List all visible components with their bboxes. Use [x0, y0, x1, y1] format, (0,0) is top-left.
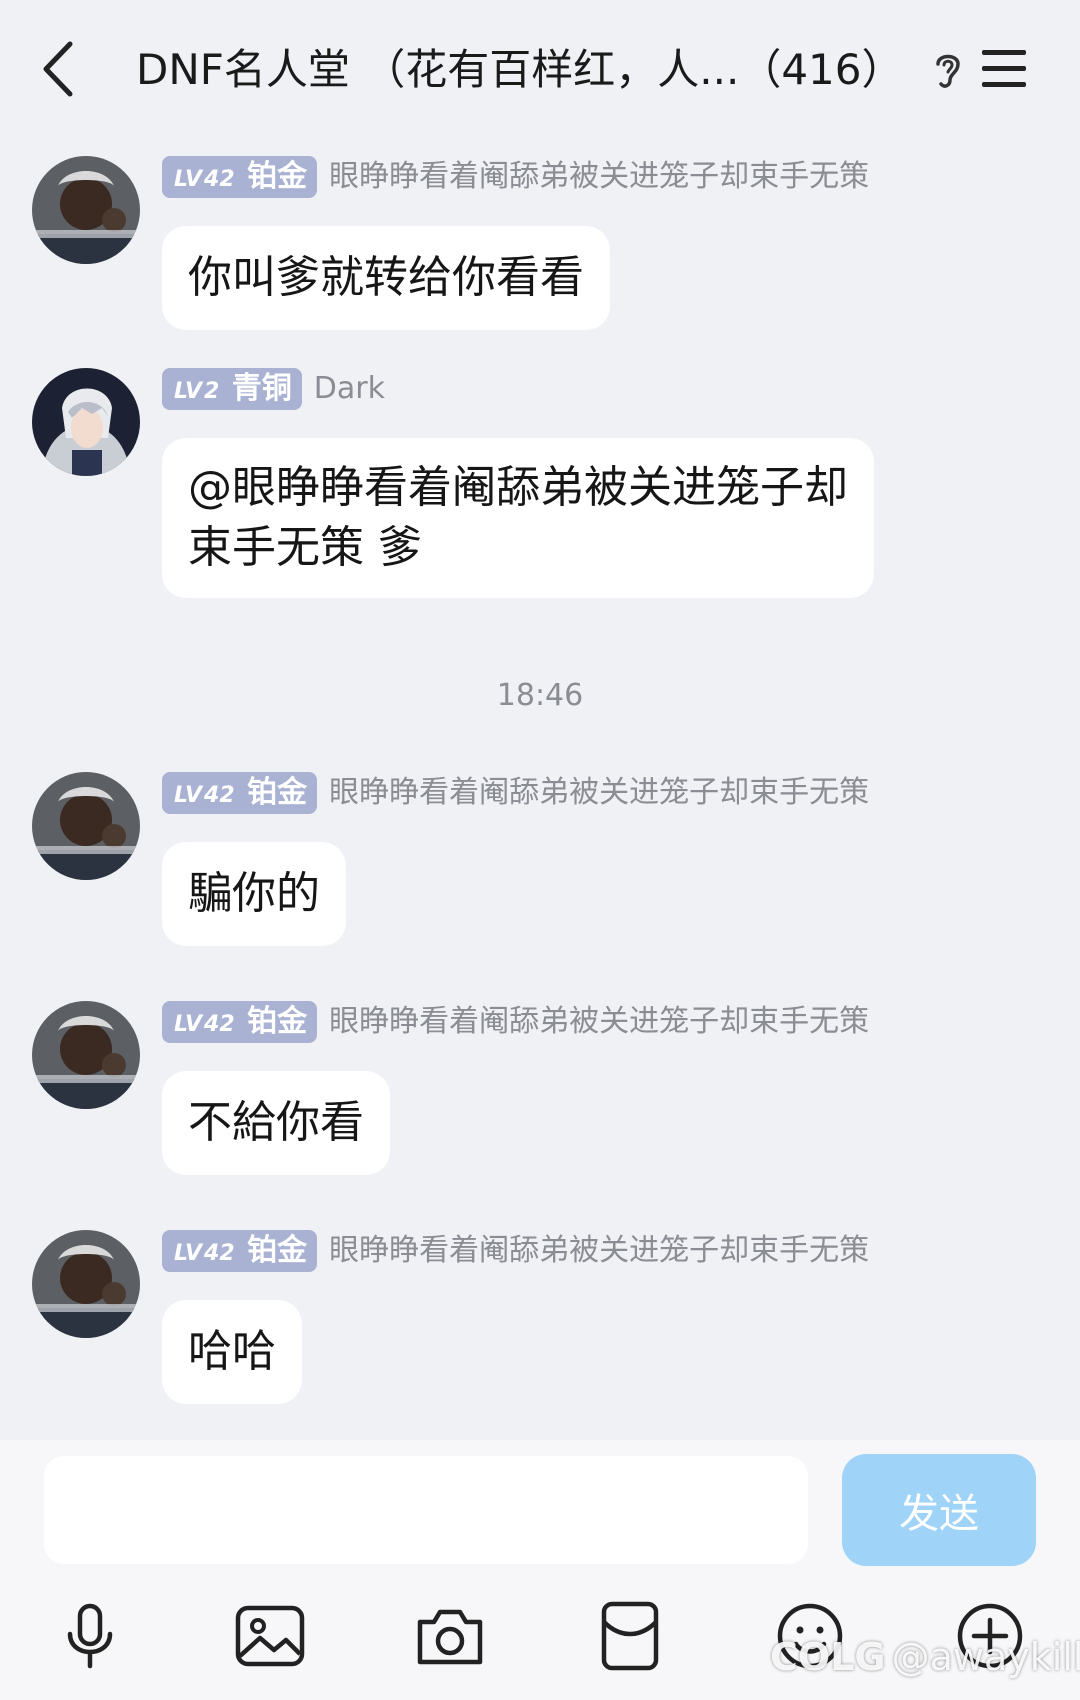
- message-list[interactable]: LV42 铂金 眼睁睁看着阉舔弟被关进笼子却束手无策 你叫爹就转给你看看 LV2 …: [0, 140, 1080, 1440]
- red-packet-icon: [601, 1601, 659, 1671]
- message-text-line: 束手无策 爹: [188, 522, 422, 573]
- message-item: LV42 铂金 眼睁睁看着阉舔弟被关进笼子却束手无策 你叫爹就转给你看看: [0, 140, 1080, 340]
- chat-title[interactable]: DNF名人堂 （花有百样红，人...（416）: [136, 40, 936, 100]
- level-badge: LV42 铂金: [162, 1001, 318, 1043]
- message-bubble[interactable]: 哈哈: [162, 1300, 302, 1404]
- image-button[interactable]: [232, 1598, 308, 1674]
- message-item: LV2 青铜 Dark @眼睁睁看着阉舔弟被关进笼子却 束手无策 爹: [0, 352, 1080, 622]
- message-input[interactable]: [44, 1456, 808, 1564]
- microphone-button[interactable]: [52, 1598, 128, 1674]
- red-packet-button[interactable]: [592, 1598, 668, 1674]
- message-bubble[interactable]: @眼睁睁看着阉舔弟被关进笼子却 束手无策 爹: [162, 438, 874, 598]
- menu-button[interactable]: [980, 48, 1028, 90]
- message-bubble[interactable]: 你叫爹就转给你看看: [162, 226, 610, 330]
- message-meta: LV42 铂金 眼睁睁看着阉舔弟被关进笼子却束手无策: [162, 1001, 869, 1045]
- message-bubble[interactable]: 騙你的: [162, 842, 346, 946]
- message-meta: LV42 铂金 眼睁睁看着阉舔弟被关进笼子却束手无策: [162, 1230, 869, 1274]
- message-meta: LV2 青铜 Dark: [162, 368, 385, 412]
- back-button[interactable]: [36, 38, 84, 100]
- avatar[interactable]: [32, 772, 140, 880]
- watermark-brand: COLG: [770, 1635, 886, 1679]
- message-text-line: @眼睁睁看着阉舔弟被关进笼子却: [188, 462, 848, 513]
- camera-button[interactable]: [412, 1598, 488, 1674]
- watermark: COLG @awaykill: [770, 1635, 1080, 1679]
- message-meta: LV42 铂金 眼睁睁看着阉舔弟被关进笼子却束手无策: [162, 156, 869, 200]
- sender-name[interactable]: 眼睁睁看着阉舔弟被关进笼子却束手无策: [329, 772, 869, 814]
- sender-name[interactable]: Dark: [314, 368, 385, 410]
- send-button[interactable]: 发送: [842, 1454, 1036, 1566]
- message-item: LV42 铂金 眼睁睁看着阉舔弟被关进笼子却束手无策 不給你看: [0, 985, 1080, 1185]
- chat-header: DNF名人堂 （花有百样红，人...（416）: [0, 0, 1080, 140]
- time-separator: 18:46: [496, 678, 584, 713]
- level-badge: LV42 铂金: [162, 772, 318, 814]
- avatar[interactable]: [32, 1230, 140, 1338]
- watermark-handle: @awaykill: [891, 1635, 1080, 1679]
- image-icon: [235, 1605, 305, 1667]
- chevron-left-icon: [43, 41, 73, 97]
- hamburger-menu-icon: [982, 50, 1026, 87]
- avatar[interactable]: [32, 368, 140, 476]
- sender-name[interactable]: 眼睁睁看着阉舔弟被关进笼子却束手无策: [329, 1230, 869, 1272]
- microphone-icon: [67, 1603, 113, 1669]
- message-item: LV42 铂金 眼睁睁看着阉舔弟被关进笼子却束手无策 哈哈: [0, 1214, 1080, 1414]
- level-badge: LV42 铂金: [162, 156, 318, 198]
- avatar[interactable]: [32, 156, 140, 264]
- level-badge: LV2 青铜: [162, 368, 302, 410]
- camera-icon: [417, 1609, 483, 1665]
- message-meta: LV42 铂金 眼睁睁看着阉舔弟被关进笼子却束手无策: [162, 772, 869, 816]
- sender-name[interactable]: 眼睁睁看着阉舔弟被关进笼子却束手无策: [329, 156, 869, 198]
- avatar[interactable]: [32, 1001, 140, 1109]
- ear-icon[interactable]: [930, 48, 966, 92]
- message-bubble[interactable]: 不給你看: [162, 1071, 390, 1175]
- level-badge: LV42 铂金: [162, 1230, 318, 1272]
- message-item: LV42 铂金 眼睁睁看着阉舔弟被关进笼子却束手无策 騙你的: [0, 756, 1080, 956]
- sender-name[interactable]: 眼睁睁看着阉舔弟被关进笼子却束手无策: [329, 1001, 869, 1043]
